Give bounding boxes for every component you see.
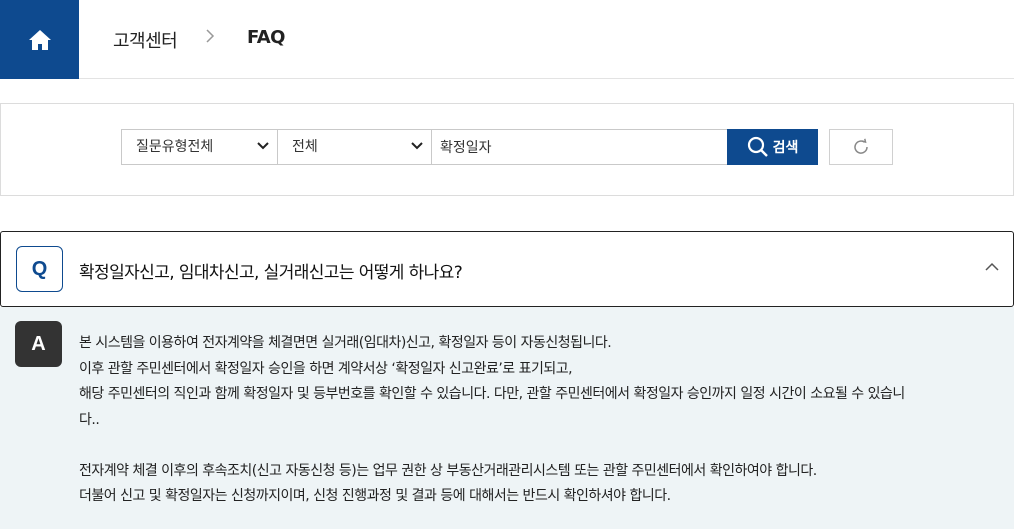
answer-line: 이후 관할 주민센터에서 확정일자 승인을 하면 계약서상 ‘확정일자 신고완료… [79,360,573,377]
home-icon [28,29,51,50]
search-button-label: 검색 [772,140,799,156]
keyword-input[interactable] [431,129,728,165]
chevron-down-icon [257,142,269,150]
chevron-right-icon [205,28,215,48]
type-select[interactable]: 전체 [277,129,432,165]
faq-question-row[interactable]: Q 확정일자신고, 임대차신고, 실거래신고는 어떻게 하나요? [0,231,1014,307]
answer-line: 해당 주민센터의 직인과 함께 확정일자 및 등부번호를 확인할 수 있습니다.… [79,386,905,402]
answer-line: 전자계약 체결 이후의 후속조치(신고 자동신청 등)는 업무 권한 상 부동산… [79,462,817,479]
answer-text: 본 시스템을 이용하여 전자계약을 체결면면 실거래(임대차)신고, 확정일자 … [79,331,949,510]
chevron-up-icon[interactable] [985,262,999,271]
faq-answer-panel: A 본 시스템을 이용하여 전자계약을 체결면면 실거래(임대차)신고, 확정일… [0,307,1014,529]
question-text: 확정일자신고, 임대차신고, 실거래신고는 어떻게 하나요? [79,263,463,283]
type-value: 전체 [292,139,318,155]
answer-line: 다.. [79,411,100,428]
chevron-down-icon [411,142,423,150]
search-button[interactable]: 검색 [727,129,818,165]
question-category-value: 질문유형전체 [136,139,214,155]
question-badge: Q [16,246,63,292]
answer-badge: A [15,321,62,367]
question-category-select[interactable]: 질문유형전체 [121,129,278,165]
search-icon [747,136,768,157]
answer-line: 본 시스템을 이용하여 전자계약을 체결면면 실거래(임대차)신고, 확정일자 … [79,335,612,351]
refresh-icon [854,138,868,154]
search-panel: 질문유형전체 전체 검색 [0,103,1014,196]
reset-button[interactable] [829,129,893,165]
top-navigation: 고객센터 FAQ [0,0,1014,79]
answer-line: 더불어 신고 및 확정일자는 신청까지이며, 신청 진행과정 및 결과 등에 대… [79,488,671,504]
answer-spacer [79,433,949,459]
breadcrumb-faq[interactable]: FAQ [247,27,285,48]
home-button[interactable] [0,0,79,79]
breadcrumb-customer-center[interactable]: 고객센터 [113,27,178,53]
